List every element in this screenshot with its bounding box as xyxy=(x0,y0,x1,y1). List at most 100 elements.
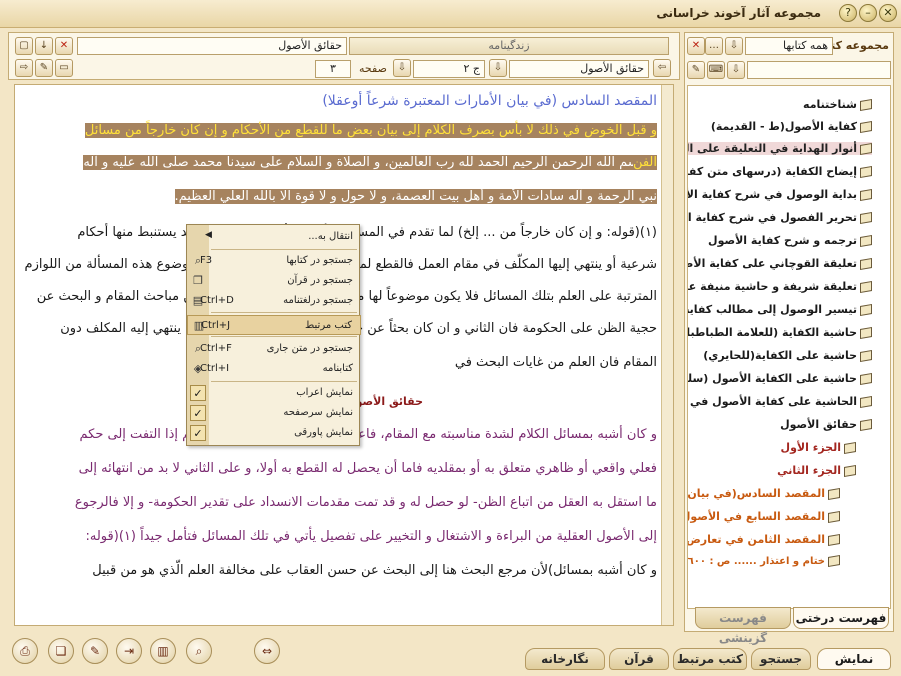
collection-dropdown[interactable]: همه کتابها xyxy=(745,37,833,55)
menu-item-related-books[interactable]: ▥ Ctrl+J کتب مرتبط xyxy=(187,315,361,335)
tab-tree-index[interactable]: فهرست درختی xyxy=(793,607,889,629)
menu-item-search-dictionary[interactable]: ▤ Ctrl+D جستجو درلغتنامه xyxy=(187,291,361,311)
wrench-icon[interactable]: ✎ xyxy=(687,61,705,79)
submenu-arrow-icon: ◀ xyxy=(205,230,212,240)
tree-item-volume[interactable]: الجزء الثاني xyxy=(777,464,856,478)
copy-icon[interactable]: ❏ xyxy=(48,638,74,664)
tab-search[interactable]: جستجو xyxy=(751,648,811,670)
tree-item-section[interactable]: المقصد السابع في الأصول ال xyxy=(688,510,840,524)
volume-dropdown-icon[interactable]: ⇩ xyxy=(489,59,507,77)
quran-icon: ❐ xyxy=(193,274,203,287)
tree-item-label: إيضاح الكفاية (درسهای متن كفاية ا xyxy=(688,165,857,178)
dropdown-arrow-icon[interactable]: ⇩ xyxy=(725,37,743,55)
help-button[interactable]: ? xyxy=(839,4,857,22)
collapse-icon[interactable]: ▢ xyxy=(15,37,33,55)
tree-item-section[interactable]: المقصد الثامن في تعارض الأ xyxy=(688,533,840,547)
book-icon xyxy=(828,487,840,501)
tree-item-label: تحرير الفصول في شرح كفاية الأصو xyxy=(687,211,857,224)
book-tree: شناختنامه كفاية الأصول(ط - القديمة) أنوا… xyxy=(687,85,891,609)
tree-item[interactable]: بداية الوصول في شرح كفاية الأصول xyxy=(688,188,872,202)
menu-item-search-books[interactable]: ⌕ F3 جستجو در کتابها xyxy=(187,251,361,271)
highlighted-line: و قبل الخوض في ذلك لا بأس بصرف الكلام إل… xyxy=(84,123,657,138)
menu-item-bibliography[interactable]: ◈ Ctrl+I کتابنامه xyxy=(187,359,361,379)
menu-item-label: کتب مرتبط xyxy=(305,320,352,331)
book-title-field[interactable]: حقائق الأصول xyxy=(77,37,347,55)
title-bar: مجموعه آثار آخوند خراسانی ✕ – ? xyxy=(0,0,901,28)
back-icon[interactable]: ⇦ xyxy=(653,59,671,77)
wrench-icon[interactable]: ✎ xyxy=(35,59,53,77)
text-line: المقام فان العلم من غايات البحث في xyxy=(454,355,657,370)
check-icon: ✓ xyxy=(190,385,206,401)
volume-field[interactable]: ج ٢ xyxy=(413,60,485,78)
zoom-icon[interactable]: ⌕ xyxy=(186,638,212,664)
menu-item-show-header[interactable]: ✓ نمایش سرصفحه xyxy=(187,403,361,423)
tree-item[interactable]: كفاية الأصول(ط - القديمة) xyxy=(711,120,872,134)
tree-item-section[interactable]: المقصد السادس(في بيان الأ xyxy=(687,487,840,501)
tree-item-label: تيسير الوصول إلى مطالب كفاية الأ xyxy=(688,303,857,316)
tree-search-input[interactable] xyxy=(747,61,891,79)
page-dropdown-icon[interactable]: ⇩ xyxy=(393,59,411,77)
tree-item[interactable]: إيضاح الكفاية (درسهای متن كفاية ا xyxy=(688,165,872,179)
tab-biography[interactable]: زندگینامه xyxy=(349,37,669,55)
tab-selective-index[interactable]: فهرست گزینشی xyxy=(695,607,791,645)
tree-item[interactable]: أنوار الهداية في التعليقة على الكفاية xyxy=(688,142,872,156)
compare-icon[interactable]: ⇔ xyxy=(254,638,280,664)
print-icon[interactable]: ⎙ xyxy=(12,638,38,664)
tree-item[interactable]: حاشية الكفاية (للعلامة الطباطبائي) xyxy=(688,326,872,340)
book-icon xyxy=(844,441,856,455)
tree-item[interactable]: تعليقة شريفة و حاشية منيفة على كفا xyxy=(688,280,872,294)
menu-item-search-quran[interactable]: ❐ جستجو در قرآن xyxy=(187,271,361,291)
menu-item-label: نمایش پاورقی xyxy=(294,427,353,438)
tab-related-books[interactable]: کتب مرتبط xyxy=(673,648,747,670)
tree-item[interactable]: شناختنامه xyxy=(803,98,872,112)
menu-item-goto[interactable]: ◀ انتقال به... xyxy=(187,227,361,247)
tree-item[interactable]: تحرير الفصول في شرح كفاية الأصو xyxy=(687,211,872,225)
tree-item-label: ترجمه و شرح كفاية الأصول xyxy=(708,234,857,247)
filter-icon[interactable]: ⇩ xyxy=(727,61,745,79)
page-input[interactable]: ٣ xyxy=(315,60,351,78)
book-icon xyxy=(860,303,872,317)
tree-item[interactable]: تيسير الوصول إلى مطالب كفاية الأ xyxy=(688,303,872,317)
menu-item-find-current[interactable]: ⌕ Ctrl+F جستجو در متن جاری xyxy=(187,339,361,359)
note-icon[interactable]: ✎ xyxy=(82,638,108,664)
tree-item[interactable]: الحاشية على كفاية الأصول في الأصو xyxy=(688,395,872,409)
menu-separator xyxy=(211,249,357,250)
text-line: إلى الأصول العقلية من البراءة و الاشتغال… xyxy=(85,529,658,544)
tree-item-volume[interactable]: الجزء الأول xyxy=(781,441,856,455)
page-label: صفحه xyxy=(359,62,387,75)
tree-item-open-book[interactable]: حقائق الأصول xyxy=(780,418,872,432)
tree-item[interactable]: حاشية على الكفاية(للحايري) xyxy=(703,349,872,363)
book-icon xyxy=(828,510,840,524)
menu-item-show-diacritics[interactable]: ✓ نمایش اعراب xyxy=(187,383,361,403)
page-icon xyxy=(828,554,840,568)
close-icon[interactable]: ✕ xyxy=(687,37,705,55)
tab-gallery[interactable]: نگارخانه xyxy=(525,648,605,670)
tree-item-section[interactable]: ختام و اعتذار ...... ص : ٦٠٠ xyxy=(688,554,840,568)
menu-item-label: جستجو در کتابها xyxy=(286,255,353,266)
export-icon[interactable]: ⇥ xyxy=(116,638,142,664)
menu-separator xyxy=(211,312,357,313)
more-icon[interactable]: … xyxy=(705,37,723,55)
down-arrow-icon[interactable]: ↓ xyxy=(35,37,53,55)
layout-icon[interactable]: ▭ xyxy=(55,59,73,77)
tab-display[interactable]: نمایش xyxy=(817,648,891,670)
book-icon xyxy=(860,165,872,179)
tree-item[interactable]: تعليقة القوچاني على كفاية الأصول xyxy=(688,257,872,271)
layout-icon[interactable]: ▥ xyxy=(150,638,176,664)
keyboard-icon[interactable]: ⌨ xyxy=(707,61,725,79)
tab-quran[interactable]: قرآن xyxy=(609,648,669,670)
check-icon: ✓ xyxy=(190,425,206,441)
close-button[interactable]: ✕ xyxy=(879,4,897,22)
tree-item-label: المقصد السادس(في بيان الأ xyxy=(687,487,825,500)
vertical-scrollbar[interactable] xyxy=(661,85,673,625)
menu-item-show-footnote[interactable]: ✓ نمایش پاورقی xyxy=(187,423,361,443)
menu-item-label: انتقال به... xyxy=(308,231,353,242)
close-tab-icon[interactable]: ✕ xyxy=(55,37,73,55)
forward-icon[interactable]: ⇨ xyxy=(15,59,33,77)
tree-item[interactable]: ترجمه و شرح كفاية الأصول xyxy=(708,234,872,248)
tree-item[interactable]: حاشية على الكفاية الأصول (سلطان xyxy=(688,372,872,386)
book-icon xyxy=(828,533,840,547)
menu-item-label: کتابنامه xyxy=(322,363,353,374)
minimize-button[interactable]: – xyxy=(859,4,877,22)
nav-book-field[interactable]: حقائق الأصول xyxy=(509,60,649,78)
